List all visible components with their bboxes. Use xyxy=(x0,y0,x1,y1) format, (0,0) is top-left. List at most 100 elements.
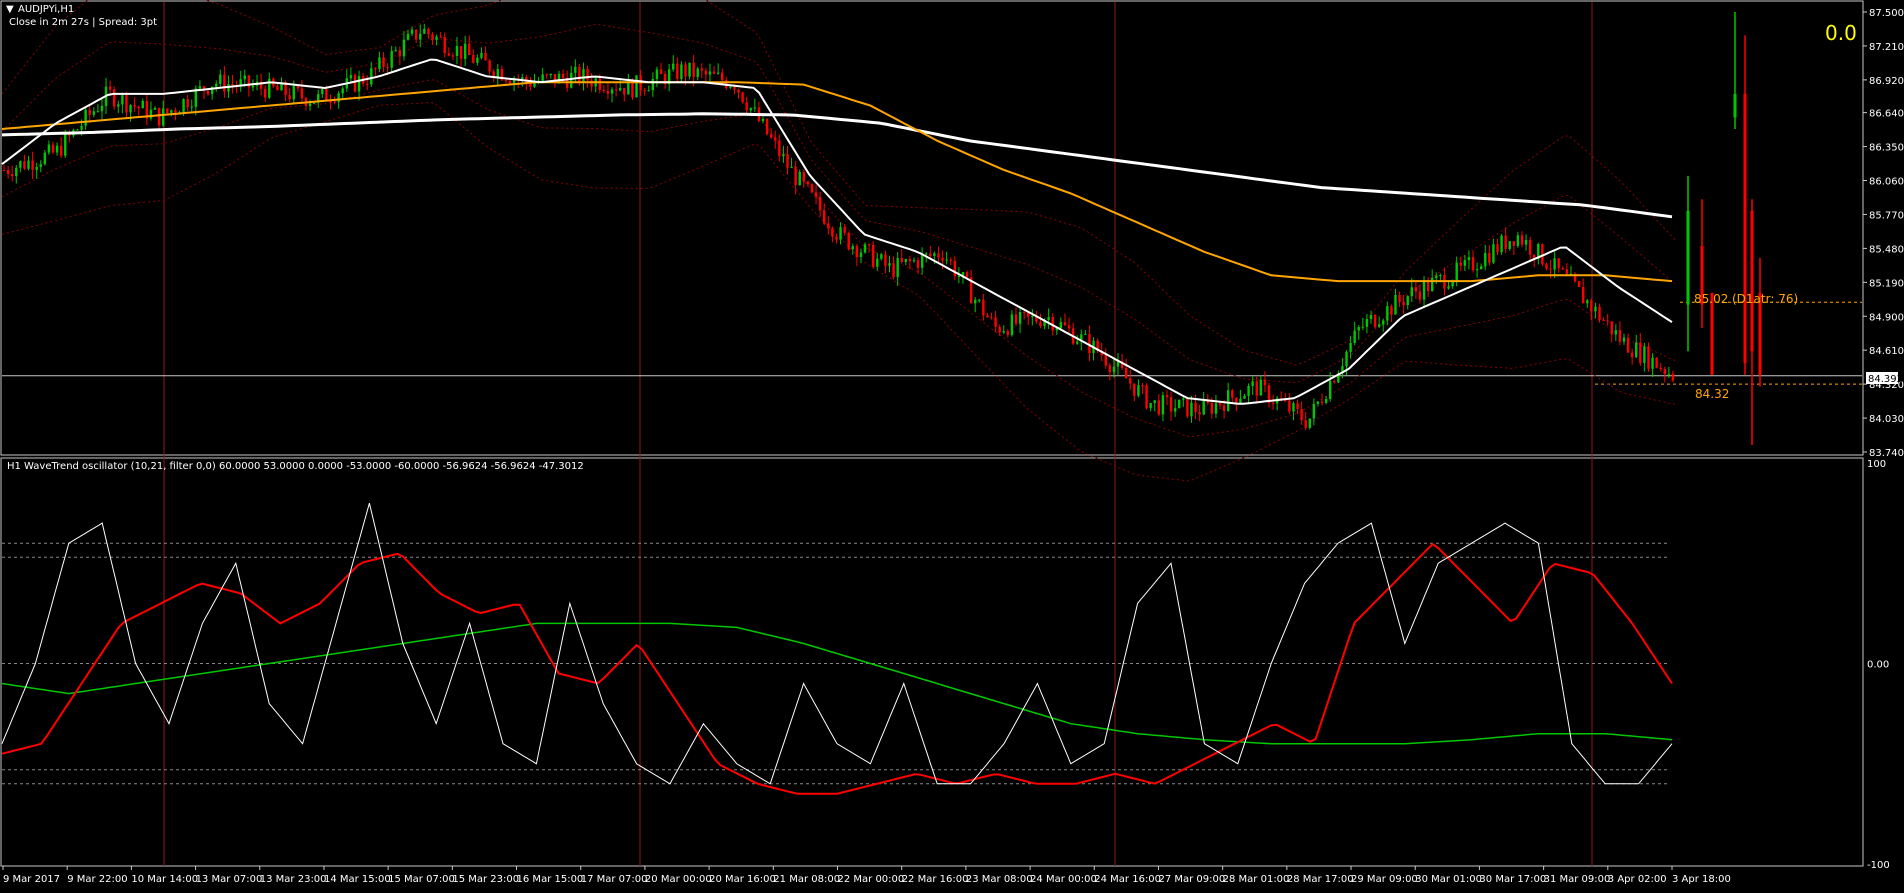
close-info-label: Close in 2m 27s | Spread: 3pt xyxy=(9,17,157,28)
candle-body xyxy=(19,161,22,168)
candle-body xyxy=(157,107,161,126)
candle-body xyxy=(790,166,793,168)
candle-body xyxy=(655,69,659,79)
candle-body xyxy=(1663,369,1666,375)
candle-body xyxy=(863,244,867,253)
candle-body xyxy=(859,252,863,258)
candle-body xyxy=(431,34,434,40)
candle-body xyxy=(1467,257,1471,261)
candle-body xyxy=(700,68,704,71)
candle-body xyxy=(696,68,699,78)
candle-body xyxy=(43,152,47,165)
candle-body xyxy=(1124,367,1128,379)
candle-body xyxy=(598,78,601,90)
candle-body xyxy=(451,55,455,57)
candle-body xyxy=(1659,367,1662,370)
time-tick-label: 22 Mar 00:00 xyxy=(838,874,905,885)
price-tick-label: 86.060 xyxy=(1869,177,1904,188)
candle-body xyxy=(933,253,936,256)
candle-body xyxy=(1320,401,1324,403)
candle-body xyxy=(900,258,903,262)
time-tick-label: 29 Mar 09:00 xyxy=(1351,874,1418,885)
candle-body xyxy=(541,74,544,81)
candle-body xyxy=(982,299,985,316)
candle-body xyxy=(1549,268,1552,270)
candle-body xyxy=(1581,286,1585,304)
time-tick-label: 27 Mar 09:00 xyxy=(1158,874,1225,885)
candle-body xyxy=(1284,400,1287,402)
candle-body xyxy=(108,86,112,90)
candle-body xyxy=(1328,381,1332,399)
candle-body xyxy=(1553,258,1556,270)
candle-body xyxy=(1479,266,1483,270)
candle-body xyxy=(929,253,932,256)
candle-body xyxy=(1031,315,1034,317)
candle-body xyxy=(1084,334,1087,336)
candle-body xyxy=(623,88,626,95)
candle-body xyxy=(1500,235,1503,253)
candle-body xyxy=(1333,381,1336,383)
candle-body xyxy=(1504,235,1507,249)
candle-body xyxy=(1671,373,1675,381)
candle-body xyxy=(1743,93,1747,364)
candle-body xyxy=(1390,306,1393,315)
time-tick-label: 3 Apr 18:00 xyxy=(1672,874,1731,885)
triangle-icon: ▼ xyxy=(6,4,14,15)
candle-body xyxy=(410,29,414,34)
candle-body xyxy=(11,173,14,177)
time-tick-label: 13 Mar 23:00 xyxy=(260,874,327,885)
candle-body xyxy=(704,70,708,75)
candle-body xyxy=(39,164,42,167)
candle-body xyxy=(370,68,373,85)
candle-body xyxy=(23,161,26,169)
candle-body xyxy=(810,184,814,193)
candle-body xyxy=(855,246,859,258)
candle-body xyxy=(296,85,300,89)
candle-body xyxy=(1635,342,1638,358)
atr-label: (D1atr: 76) xyxy=(1732,292,1798,306)
candle-body xyxy=(1488,253,1491,263)
candle-body xyxy=(708,71,712,75)
candle-body xyxy=(231,84,234,86)
candle-body xyxy=(916,260,920,268)
candle-body xyxy=(243,75,246,80)
candle-body xyxy=(676,63,679,79)
candle-body xyxy=(1594,306,1597,312)
candle-body xyxy=(765,118,769,135)
candle-body xyxy=(1296,403,1299,410)
candle-body xyxy=(978,299,981,301)
candle-body xyxy=(957,275,961,277)
candle-body xyxy=(206,91,210,95)
candle-body xyxy=(398,50,402,57)
candle-body xyxy=(1398,294,1401,302)
candle-body xyxy=(1618,330,1622,342)
price-tick-label: 84.900 xyxy=(1869,312,1904,323)
candle-body xyxy=(472,54,475,63)
candle-body xyxy=(818,196,822,211)
candle-body xyxy=(1418,291,1422,300)
candle-body xyxy=(149,109,153,119)
candle-body xyxy=(1606,320,1609,322)
candle-body xyxy=(1361,326,1365,328)
candle-body xyxy=(386,66,389,68)
candle-body xyxy=(390,50,393,68)
candle-body xyxy=(1733,93,1737,118)
candle-body xyxy=(1014,314,1018,324)
candle-body xyxy=(447,53,451,56)
candle-body xyxy=(406,33,410,40)
candle-body xyxy=(374,68,377,70)
candle-body xyxy=(912,260,916,262)
candle-body xyxy=(1626,337,1630,353)
candle-body xyxy=(1586,300,1589,304)
candle-body xyxy=(1308,418,1311,428)
candle-body xyxy=(651,78,655,91)
candle-body xyxy=(798,171,801,186)
time-tick-label: 22 Mar 16:00 xyxy=(902,874,969,885)
candle-body xyxy=(1484,253,1487,267)
time-tick-label: 9 Mar 2017 xyxy=(3,874,60,885)
candle-body xyxy=(876,258,879,267)
price-tick-label: 83.740 xyxy=(1869,448,1904,459)
candle-body xyxy=(1655,357,1658,368)
candle-body xyxy=(174,110,177,113)
candle-body xyxy=(47,144,51,153)
